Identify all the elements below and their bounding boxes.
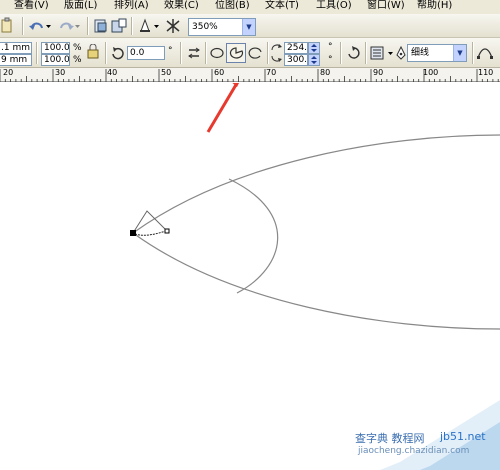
separator xyxy=(472,42,474,64)
export-icon[interactable] xyxy=(110,17,128,35)
watermark-site-name: 查字典 教程网 xyxy=(355,432,425,445)
separator xyxy=(180,42,182,64)
node-handle[interactable] xyxy=(130,230,136,236)
separator xyxy=(267,42,269,64)
outline-width-select[interactable]: 细线 ▼ xyxy=(407,44,467,62)
ruler-label: 20 xyxy=(3,68,14,77)
ruler-label: 50 xyxy=(161,68,172,77)
rotation-angle-field[interactable]: 0.0 xyxy=(127,46,165,60)
lower-curve[interactable] xyxy=(132,232,500,330)
menu-bitmaps[interactable]: 位图(B) xyxy=(215,0,250,11)
standard-toolbar: 350% ▼ xyxy=(0,14,500,38)
object-width-field[interactable]: .1 mm xyxy=(0,42,32,54)
upper-curve[interactable] xyxy=(132,134,500,234)
watermark-domain: jb51.net xyxy=(440,430,486,443)
ruler-label: 100 xyxy=(423,68,439,77)
zoom-level-select[interactable]: 350% ▼ xyxy=(188,18,256,36)
degree-label: ° xyxy=(328,55,333,65)
menu-layout[interactable]: 版面(L) xyxy=(64,0,97,11)
start-angle-spinner[interactable] xyxy=(308,42,320,54)
menu-view[interactable]: 查看(V) xyxy=(14,0,49,11)
convert-to-curves-icon[interactable] xyxy=(476,45,494,61)
watermark-url: jiaocheng.chazidian.com xyxy=(358,446,470,456)
arc-mode-icon[interactable] xyxy=(248,45,264,61)
zoom-level-value: 350% xyxy=(192,22,218,32)
pie-mode-icon[interactable] xyxy=(226,43,246,63)
horizontal-ruler: 20 30 40 50 60 70 80 90 100 110 xyxy=(0,68,500,82)
node-handle[interactable] xyxy=(164,228,170,234)
start-angle-icon xyxy=(270,41,283,53)
menu-bar: 查看(V) 版面(L) 排列(A) 效果(C) 位图(B) 文本(T) 工具(O… xyxy=(0,0,500,14)
separator xyxy=(131,17,133,35)
degree-label: ° xyxy=(328,42,333,52)
inner-arc[interactable] xyxy=(228,178,279,294)
ellipse-mode-icon[interactable] xyxy=(209,45,225,61)
undo-dropdown-icon[interactable] xyxy=(44,17,54,35)
start-angle-field[interactable]: 254.0 xyxy=(284,42,308,54)
import-icon[interactable] xyxy=(92,17,110,35)
ruler-label: 70 xyxy=(266,68,277,77)
scale-x-field[interactable]: 100.0 xyxy=(41,42,70,54)
wrap-text-icon[interactable] xyxy=(369,44,385,62)
menu-text[interactable]: 文本(T) xyxy=(265,0,299,11)
menu-effects[interactable]: 效果(C) xyxy=(164,0,199,11)
red-arrow-shaft xyxy=(206,83,239,133)
redo-dropdown-icon[interactable] xyxy=(73,17,83,35)
ruler-label: 40 xyxy=(107,68,118,77)
ruler-label: 110 xyxy=(478,68,494,77)
separator xyxy=(340,42,342,64)
separator xyxy=(205,42,207,64)
percent-label: % xyxy=(73,55,82,65)
end-angle-spinner[interactable] xyxy=(308,54,320,66)
paste-icon[interactable] xyxy=(0,17,18,35)
outline-width-value: 细线 xyxy=(411,48,430,58)
rotate-icon xyxy=(110,45,124,61)
corel-online-icon[interactable] xyxy=(164,17,182,35)
property-bar: .1 mm 9 mm 100.0 100.0 % % 0.0 ° 254.0 3… xyxy=(0,38,500,68)
object-height-field[interactable]: 9 mm xyxy=(0,54,32,66)
end-angle-icon xyxy=(270,53,283,65)
degree-label: ° xyxy=(168,46,173,56)
menu-help[interactable]: 帮助(H) xyxy=(417,0,452,11)
end-angle-field[interactable]: 300.0 xyxy=(284,54,308,66)
menu-window[interactable]: 窗口(W) xyxy=(367,0,405,11)
direction-icon[interactable] xyxy=(346,45,362,61)
percent-label: % xyxy=(73,43,82,53)
red-arrow-icon xyxy=(232,83,239,87)
ruler-label: 90 xyxy=(373,68,384,77)
ruler-label: 80 xyxy=(320,68,331,77)
chevron-down-icon[interactable]: ▼ xyxy=(242,19,255,35)
separator xyxy=(22,17,24,35)
separator xyxy=(87,17,89,35)
separator xyxy=(36,42,38,64)
menu-tools[interactable]: 工具(O) xyxy=(316,0,352,11)
separator xyxy=(105,42,107,64)
separator xyxy=(365,42,367,64)
scale-y-field[interactable]: 100.0 xyxy=(41,54,70,66)
chevron-down-icon[interactable]: ▼ xyxy=(453,45,466,61)
ruler-label: 60 xyxy=(214,68,225,77)
ruler-label: 30 xyxy=(55,68,66,77)
menu-arrange[interactable]: 排列(A) xyxy=(114,0,149,11)
launcher-dropdown-icon[interactable] xyxy=(152,17,162,35)
pie-arc-selection xyxy=(134,230,167,236)
mirror-icon[interactable] xyxy=(186,45,202,61)
lock-ratio-icon[interactable] xyxy=(86,43,100,60)
outline-pen-icon xyxy=(395,45,407,61)
